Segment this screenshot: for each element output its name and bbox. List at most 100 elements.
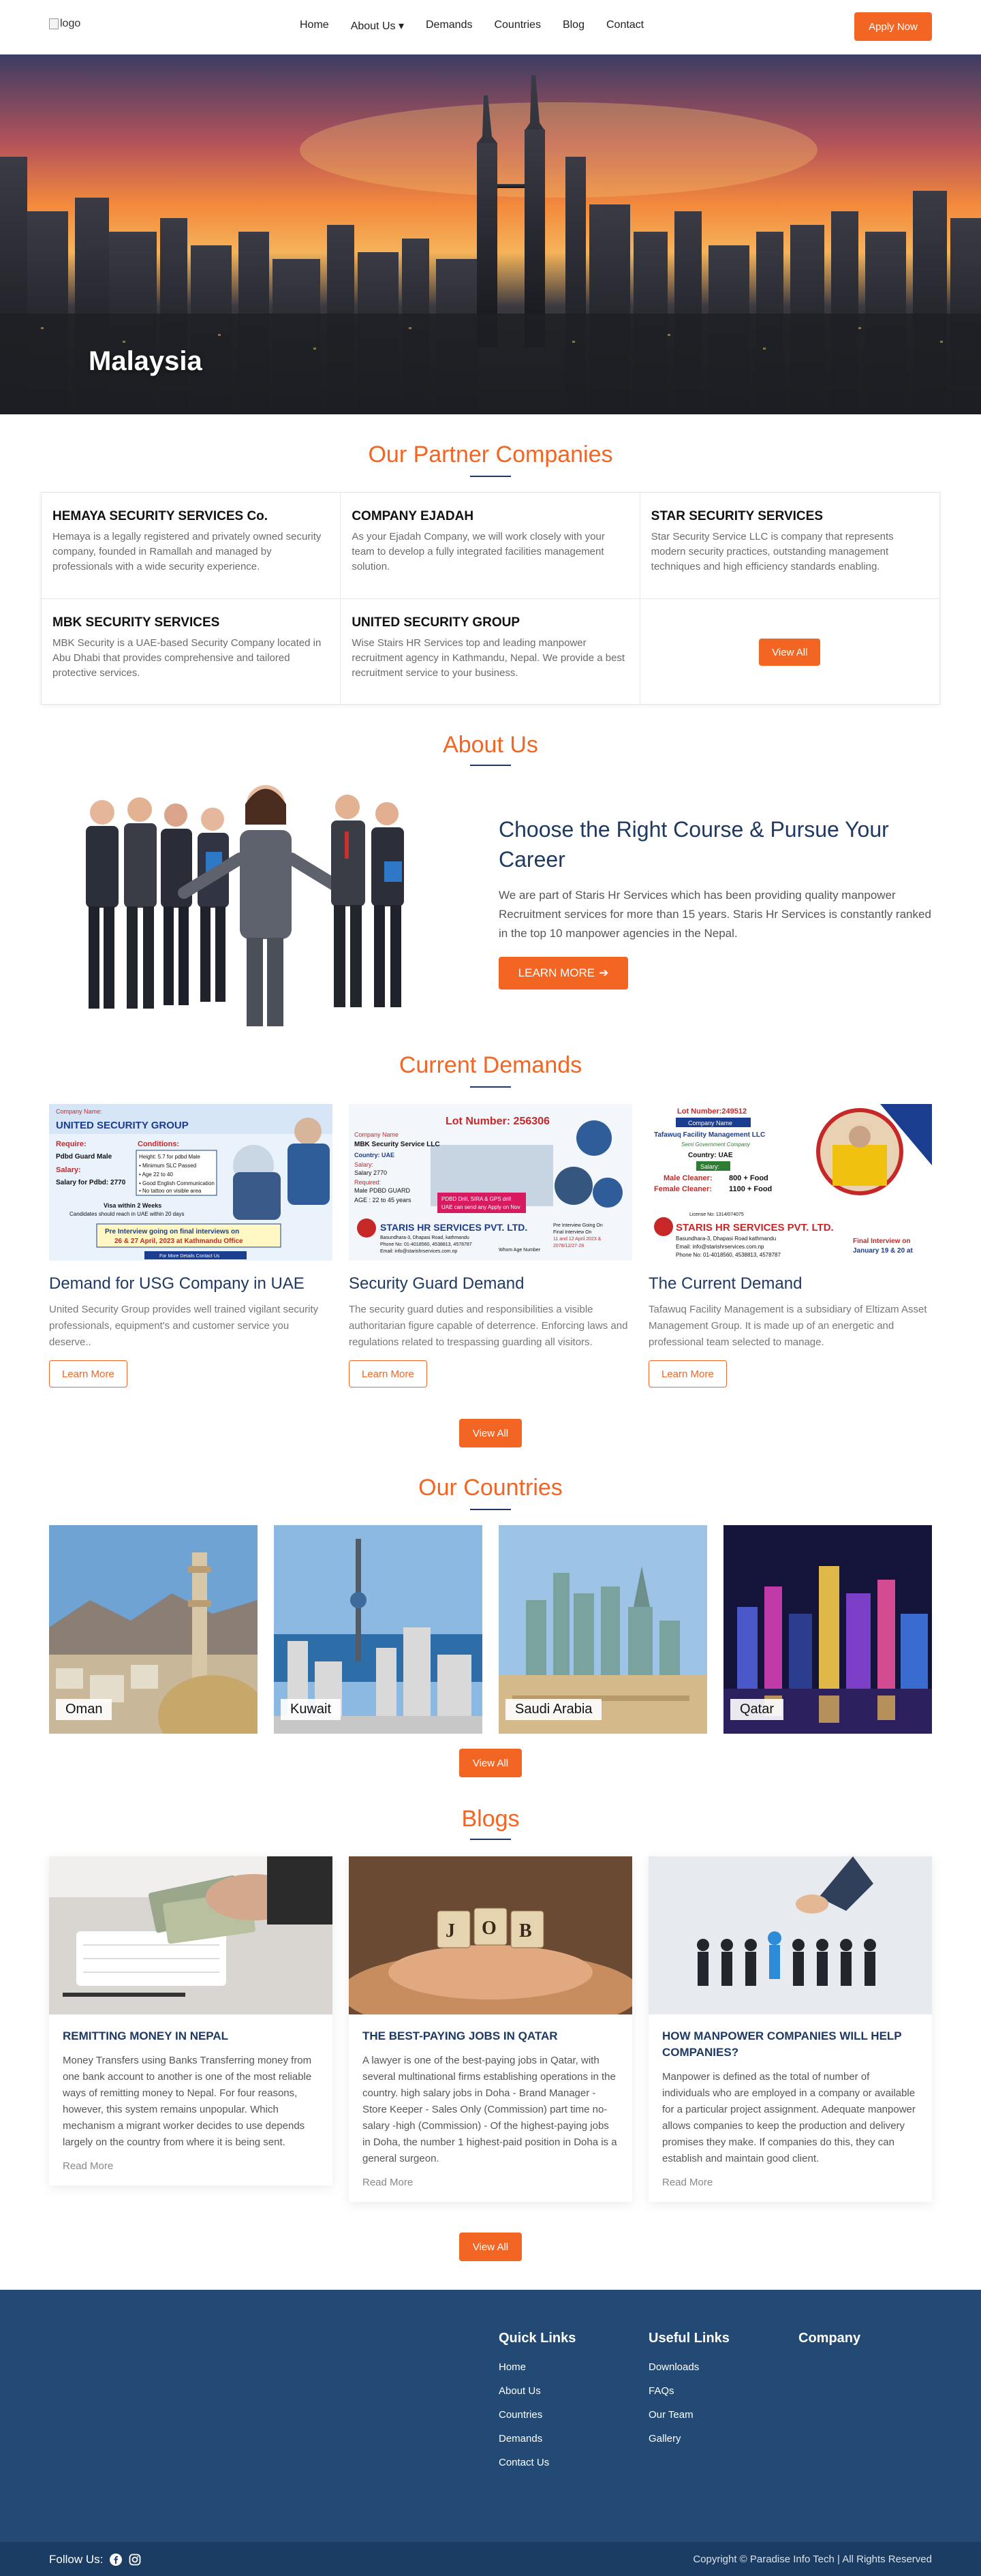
svg-text:• Minimum SLC Passed: • Minimum SLC Passed xyxy=(139,1163,196,1169)
svg-text:Country: UAE: Country: UAE xyxy=(354,1152,394,1159)
country-card-saudi-arabia[interactable]: Saudi Arabia xyxy=(499,1525,707,1734)
svg-text:For More Details Contact Us: For More Details Contact Us xyxy=(159,1254,220,1259)
countries-view-all-button[interactable]: View All xyxy=(459,1749,522,1777)
country-card-kuwait[interactable]: Kuwait xyxy=(274,1525,482,1734)
svg-text:STARIS HR SERVICES PVT. LTD.: STARIS HR SERVICES PVT. LTD. xyxy=(380,1222,527,1233)
blog-image-job[interactable]: J O B xyxy=(349,1856,632,2014)
facebook-icon[interactable] xyxy=(110,2554,123,2566)
demand-desc: The security guard duties and responsibi… xyxy=(349,1304,628,1348)
partner-view-all-cell: View All xyxy=(640,599,939,705)
demands-heading: Current Demands xyxy=(399,1052,582,1078)
blog-text: Money Transfers using Banks Transferring… xyxy=(63,2055,312,2148)
nav-demands[interactable]: Demands xyxy=(426,19,472,33)
blogs-heading: Blogs xyxy=(461,1806,520,1832)
svg-text:Male PDBD GUARD: Male PDBD GUARD xyxy=(354,1187,411,1194)
demand-learn-more-button[interactable]: Learn More xyxy=(649,1360,727,1387)
instagram-icon[interactable] xyxy=(129,2554,141,2566)
svg-text:Height: 5.7 for pdbd Male: Height: 5.7 for pdbd Male xyxy=(139,1154,200,1160)
svg-text:O: O xyxy=(482,1918,497,1939)
country-card-qatar[interactable]: Qatar xyxy=(723,1525,932,1734)
svg-text:Candidates should reach in UAE: Candidates should reach in UAE within 20… xyxy=(69,1211,185,1217)
svg-text:Semi Government Company: Semi Government Company xyxy=(681,1141,751,1148)
blog-card: J O B THE BEST-PAYING JOBS IN QATAR A la… xyxy=(349,1856,632,2202)
nav-contact[interactable]: Contact xyxy=(606,19,644,33)
svg-text:2078/12/27-28: 2078/12/27-28 xyxy=(553,1244,584,1248)
nav-menu: Home About Us ▾ Demands Countries Blog C… xyxy=(300,19,644,33)
demand-learn-more-button[interactable]: Learn More xyxy=(349,1360,427,1387)
footer-link-downloads[interactable]: Downloads xyxy=(649,2361,730,2373)
svg-text:• No tattoo on visible area: • No tattoo on visible area xyxy=(139,1188,202,1194)
svg-text:Basundhara-3, Dhapasi Road kat: Basundhara-3, Dhapasi Road kathmandu xyxy=(676,1236,776,1242)
partner-card[interactable]: MBK SECURITY SERVICES MBK Security is a … xyxy=(42,599,341,705)
demand-title[interactable]: Security Guard Demand xyxy=(349,1274,632,1293)
partner-card[interactable]: COMPANY EJADAH As your Ejadah Company, w… xyxy=(341,493,640,599)
arrow-right-icon: ➔ xyxy=(599,966,609,979)
blog-read-more-link[interactable]: Read More xyxy=(662,2177,918,2188)
blog-image-money[interactable] xyxy=(49,1856,332,2014)
footer-link-team[interactable]: Our Team xyxy=(649,2409,730,2421)
demand-poster-tafawuq[interactable]: Lot Number:249512 Company Name Tafawuq F… xyxy=(649,1104,932,1261)
partner-card[interactable]: UNITED SECURITY GROUP Wise Stairs HR Ser… xyxy=(341,599,640,705)
footer-link-countries[interactable]: Countries xyxy=(499,2409,576,2421)
site-logo[interactable]: logo xyxy=(49,18,80,30)
demand-title[interactable]: Demand for USG Company in UAE xyxy=(49,1274,332,1293)
partners-view-all-button[interactable]: View All xyxy=(759,639,821,666)
apply-now-button[interactable]: Apply Now xyxy=(854,12,932,41)
svg-text:• Age 22 to 40: • Age 22 to 40 xyxy=(139,1171,174,1178)
partner-desc: Wise Stairs HR Services top and leading … xyxy=(352,637,625,679)
footer-link-faqs[interactable]: FAQs xyxy=(649,2385,730,2397)
svg-text:Conditions:: Conditions: xyxy=(138,1140,179,1148)
logo-alt-text: logo xyxy=(60,18,81,29)
demand-poster-usg[interactable]: Company Name: UNITED SECURITY GROUP Requ… xyxy=(49,1104,332,1261)
heading-underline xyxy=(470,1509,511,1510)
demand-title[interactable]: The Current Demand xyxy=(649,1274,932,1293)
country-name: Oman xyxy=(56,1699,112,1720)
nav-about-dropdown[interactable]: About Us ▾ xyxy=(351,19,404,33)
blog-card: HOW MANPOWER COMPANIES WILL HELP COMPANI… xyxy=(649,1856,932,2202)
blog-title[interactable]: THE BEST-PAYING JOBS IN QATAR xyxy=(362,2028,619,2044)
svg-text:Email: info@starishrservices.c: Email: info@starishrservices.com.np xyxy=(380,1249,457,1254)
blogs-view-all-button[interactable]: View All xyxy=(459,2233,522,2261)
heading-underline xyxy=(470,1839,511,1840)
copyright-text: Copyright © Paradise Info Tech | All Rig… xyxy=(693,2554,932,2565)
footer-link-contact[interactable]: Contact Us xyxy=(499,2457,576,2468)
demands-view-all-button[interactable]: View All xyxy=(459,1419,522,1447)
svg-text:Salary:: Salary: xyxy=(56,1166,81,1174)
demand-poster-mbk[interactable]: Lot Number: 256306 Company Name MBK Secu… xyxy=(349,1104,632,1261)
nav-home[interactable]: Home xyxy=(300,19,329,33)
footer-link-demands[interactable]: Demands xyxy=(499,2433,576,2444)
nav-countries[interactable]: Countries xyxy=(494,19,540,33)
partner-name: UNITED SECURITY GROUP xyxy=(352,615,520,630)
svg-text:Pre Interview going on final i: Pre Interview going on final interviews … xyxy=(105,1228,239,1236)
country-card-oman[interactable]: Oman xyxy=(49,1525,258,1734)
footer-quick-links: Quick Links Home About Us Countries Dema… xyxy=(499,2331,576,2481)
svg-text:Lot Number: 256306: Lot Number: 256306 xyxy=(446,1116,550,1127)
partner-card[interactable]: HEMAYA SECURITY SERVICES Co. Hemaya is a… xyxy=(42,493,341,599)
partner-desc: Star Security Service LLC is company tha… xyxy=(651,531,894,572)
blog-title[interactable]: REMITTING MONEY IN NEPAL xyxy=(63,2028,319,2044)
heading-underline xyxy=(470,1086,511,1088)
blog-image-manpower[interactable] xyxy=(649,1856,932,2014)
blog-read-more-link[interactable]: Read More xyxy=(362,2177,619,2188)
partner-name: HEMAYA SECURITY SERVICES Co. xyxy=(52,509,268,523)
footer-link-gallery[interactable]: Gallery xyxy=(649,2433,730,2444)
svg-text:Country: UAE: Country: UAE xyxy=(688,1152,733,1159)
svg-text:Required:: Required: xyxy=(354,1179,381,1186)
demand-learn-more-button[interactable]: Learn More xyxy=(49,1360,127,1387)
svg-text:Tafawuq Facility Management LL: Tafawuq Facility Management LLC xyxy=(654,1131,765,1139)
svg-text:Company Name: Company Name xyxy=(688,1120,732,1126)
partner-card[interactable]: STAR SECURITY SERVICES Star Security Ser… xyxy=(640,493,939,599)
blog-read-more-link[interactable]: Read More xyxy=(63,2160,319,2172)
svg-text:January 19 & 20 at: January 19 & 20 at xyxy=(853,1247,913,1255)
about-text: We are part of Staris Hr Services which … xyxy=(499,889,931,940)
about-learn-more-button[interactable]: LEARN MORE ➔ xyxy=(499,957,628,990)
blog-title[interactable]: HOW MANPOWER COMPANIES WILL HELP COMPANI… xyxy=(662,2028,918,2061)
svg-text:Salary for Pdbd: 2770: Salary for Pdbd: 2770 xyxy=(56,1179,126,1186)
hero-title: Malaysia xyxy=(89,346,202,376)
nav-blog[interactable]: Blog xyxy=(563,19,585,33)
footer-link-about[interactable]: About Us xyxy=(499,2385,576,2397)
footer-link-home[interactable]: Home xyxy=(499,2361,576,2373)
demand-desc: United Security Group provides well trai… xyxy=(49,1304,319,1348)
broken-image-icon xyxy=(49,18,59,29)
svg-text:Company Name: Company Name xyxy=(354,1131,399,1138)
